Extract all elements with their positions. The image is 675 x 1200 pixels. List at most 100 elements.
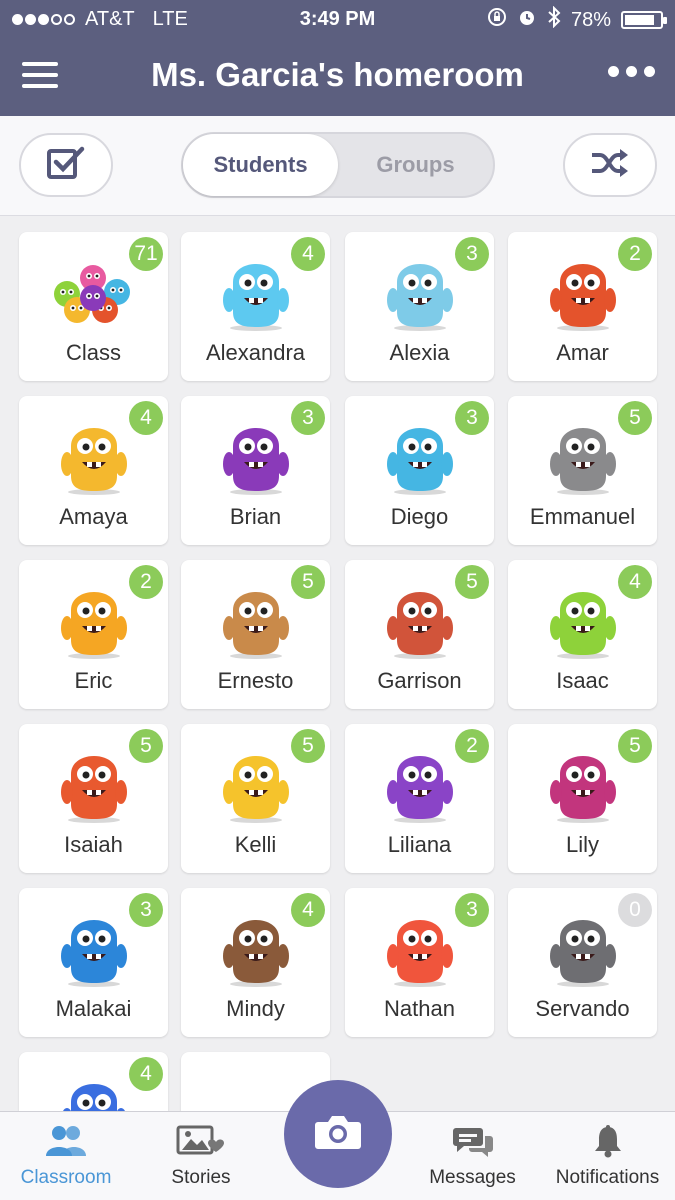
page-title: Ms. Garcia's homeroom (151, 56, 524, 93)
app-header: Ms. Garcia's homeroom (0, 38, 675, 116)
student-card[interactable]: Isaiah 5 (19, 724, 168, 873)
points-badge: 2 (129, 565, 163, 599)
student-card[interactable]: Isaac 4 (508, 560, 657, 709)
student-name: Amar (556, 340, 609, 365)
student-card[interactable]: Diego 3 (345, 396, 494, 545)
class-card[interactable]: Class 71 (19, 232, 168, 381)
student-card[interactable]: Malakai 3 (19, 888, 168, 1037)
nav-notifications[interactable]: Notifications (540, 1112, 675, 1200)
nav-classroom-label: Classroom (20, 1167, 112, 1188)
student-card[interactable]: Liliana 2 (345, 724, 494, 873)
nav-messages-label: Messages (429, 1167, 516, 1188)
student-card[interactable]: Alexia 3 (345, 232, 494, 381)
student-name: Lily (565, 832, 599, 857)
points-badge: 4 (291, 893, 325, 927)
nav-messages[interactable]: Messages (415, 1112, 530, 1200)
monster-avatar (53, 576, 135, 660)
nav-stories[interactable]: Stories (140, 1112, 262, 1200)
student-card[interactable]: Servando 0 (508, 888, 657, 1037)
monster-avatar (215, 904, 297, 988)
add-student-card[interactable]: 4 (19, 1052, 168, 1111)
points-badge: 5 (291, 565, 325, 599)
student-card[interactable]: Eric 2 (19, 560, 168, 709)
points-badge: 71 (129, 237, 163, 271)
monster-avatar (53, 1068, 135, 1111)
points-badge: 3 (455, 237, 489, 271)
camera-button[interactable] (284, 1080, 392, 1188)
monster-avatar (379, 248, 461, 332)
points-badge: 0 (618, 893, 652, 927)
battery-percent: 78% (570, 8, 611, 31)
student-name: Diego (390, 504, 449, 529)
student-name: Garrison (377, 668, 462, 693)
student-card[interactable]: Mindy 4 (181, 888, 330, 1037)
monster-avatar (542, 740, 624, 824)
shuffle-icon (590, 148, 630, 183)
student-name: Alexia (389, 340, 450, 365)
points-badge: 5 (618, 729, 652, 763)
student-name: Malakai (55, 996, 132, 1021)
rotation-lock-icon (487, 7, 507, 33)
monster-avatar (215, 248, 297, 332)
monster-avatar (542, 904, 624, 988)
student-name: Emmanuel (529, 504, 636, 529)
random-student-button[interactable] (563, 133, 657, 197)
bluetooth-icon (547, 5, 561, 34)
points-badge: 4 (618, 565, 652, 599)
student-name: Ernesto (217, 668, 294, 693)
nav-classroom[interactable]: Classroom (0, 1112, 132, 1200)
points-badge: 5 (618, 401, 652, 435)
points-badge: 5 (291, 729, 325, 763)
tab-groups[interactable]: Groups (338, 134, 493, 196)
student-name: Isaac (556, 668, 609, 693)
student-card[interactable]: Nathan 3 (345, 888, 494, 1037)
monster-avatar (542, 248, 624, 332)
points-badge: 4 (129, 1057, 163, 1091)
status-bar: AT&T LTE 3:49 PM 78% (0, 0, 675, 38)
student-card[interactable]: Brian 3 (181, 396, 330, 545)
select-multiple-button[interactable] (19, 133, 113, 197)
monster-avatar (542, 576, 624, 660)
toolbar: Students Groups (0, 116, 675, 216)
monster-avatar (379, 576, 461, 660)
battery-icon (621, 11, 667, 29)
student-name: Nathan (384, 996, 455, 1021)
monster-avatar (542, 412, 624, 496)
messages-bubble-icon (452, 1124, 494, 1163)
student-card[interactable]: Amaya 4 (19, 396, 168, 545)
monster-avatar (379, 740, 461, 824)
monster-avatar (215, 412, 297, 496)
more-options-icon[interactable] (608, 66, 655, 77)
points-badge: 4 (291, 237, 325, 271)
student-card[interactable]: Ernesto 5 (181, 560, 330, 709)
student-card[interactable]: Kelli 5 (181, 724, 330, 873)
checkbox-select-icon (46, 145, 86, 186)
monster-avatar (53, 412, 135, 496)
class-group-avatar (53, 248, 135, 332)
student-name: Servando (535, 996, 630, 1021)
tab-students[interactable]: Students (183, 134, 338, 196)
student-name: Brian (229, 504, 282, 529)
monster-avatar (53, 904, 135, 988)
student-card[interactable]: Lily 5 (508, 724, 657, 873)
points-badge: 2 (455, 729, 489, 763)
points-badge: 5 (455, 565, 489, 599)
monster-avatar (379, 412, 461, 496)
student-name: Alexandra (205, 340, 306, 365)
monster-avatar (379, 904, 461, 988)
points-badge: 5 (129, 729, 163, 763)
points-badge: 3 (291, 401, 325, 435)
stories-photo-icon (176, 1124, 226, 1163)
points-badge: 4 (129, 401, 163, 435)
top-bar: AT&T LTE 3:49 PM 78% Ms. Garcia's homero… (0, 0, 675, 116)
student-card[interactable]: Emmanuel 5 (508, 396, 657, 545)
monster-avatar (215, 576, 297, 660)
student-card[interactable]: Garrison 5 (345, 560, 494, 709)
monster-avatar (53, 740, 135, 824)
student-card[interactable]: Amar 2 (508, 232, 657, 381)
notifications-bell-icon (592, 1124, 624, 1163)
students-groups-toggle: Students Groups (181, 132, 495, 198)
student-card[interactable]: Alexandra 4 (181, 232, 330, 381)
nav-stories-label: Stories (171, 1167, 231, 1188)
student-name: Mindy (226, 996, 285, 1021)
